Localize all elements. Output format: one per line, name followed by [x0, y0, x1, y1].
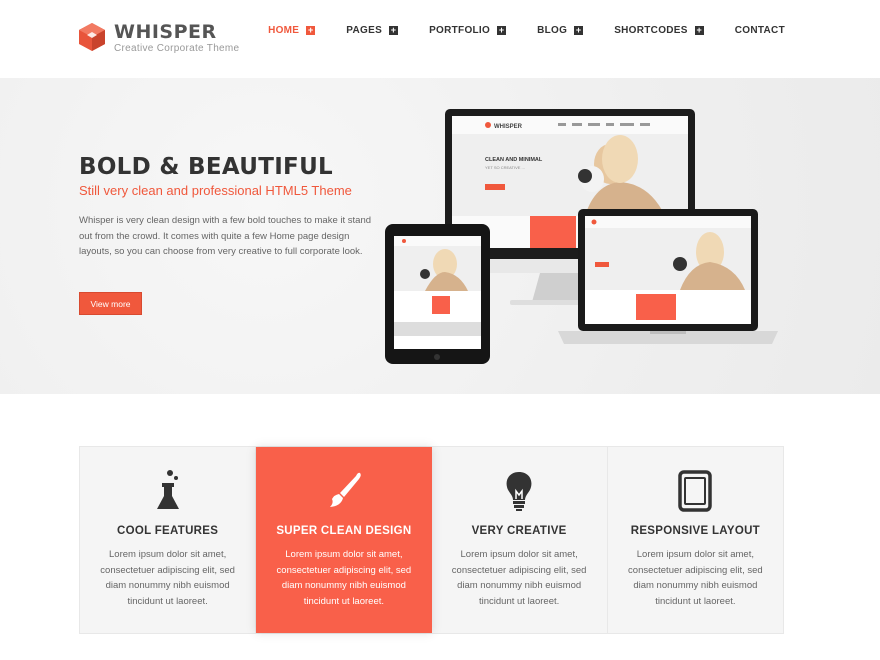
mock-heading: CLEAN AND MINIMAL [485, 157, 543, 163]
plus-icon[interactable]: + [694, 26, 704, 35]
laptop-device [558, 209, 778, 344]
feature-card-responsive-layout[interactable]: RESPONSIVE LAYOUT Lorem ipsum dolor sit … [608, 447, 783, 633]
feature-text: Lorem ipsum dolor sit amet, consectetuer… [100, 549, 235, 607]
plus-icon[interactable]: + [574, 26, 584, 35]
hero-subtitle: Still very clean and professional HTML5 … [79, 183, 352, 198]
logo-mark-icon [79, 23, 105, 51]
logo-tagline: Creative Corporate Theme [114, 43, 240, 54]
main-nav: HOME + PAGES + PORTFOLIO + BLOG + SHORTC… [237, 25, 785, 36]
feature-title: VERY CREATIVE [471, 525, 567, 537]
mock-brand: WHISPER [494, 124, 523, 130]
nav-item-blog[interactable]: BLOG + [537, 25, 584, 36]
hero-section: BOLD & BEAUTIFUL Still very clean and pr… [0, 78, 880, 394]
nav-label: SHORTCODES [614, 25, 688, 36]
features-row: COOL FEATURES Lorem ipsum dolor sit amet… [79, 446, 784, 634]
nav-item-shortcodes[interactable]: SHORTCODES + [614, 25, 704, 36]
plus-icon[interactable]: + [497, 26, 507, 35]
feature-text: Lorem ipsum dolor sit amet, consectetuer… [628, 549, 763, 607]
nav-item-home[interactable]: HOME + [268, 25, 316, 36]
nav-label: PORTFOLIO [429, 25, 491, 36]
nav-label: BLOG [537, 25, 568, 36]
feature-text: Lorem ipsum dolor sit amet, consectetuer… [451, 549, 587, 607]
hero-description: Whisper is very clean design with a few … [79, 215, 372, 257]
feature-title: RESPONSIVE LAYOUT [630, 525, 761, 537]
hero-title: BOLD & BEAUTIFUL [79, 154, 334, 180]
feature-text: Lorem ipsum dolor sit amet, consectetuer… [276, 549, 412, 607]
lightbulb-icon [506, 472, 532, 511]
feature-title: COOL FEATURES [117, 525, 219, 537]
site-header: WHISPER Creative Corporate Theme HOME + … [0, 0, 880, 78]
brush-icon [329, 472, 361, 507]
plus-icon[interactable]: + [389, 26, 399, 35]
tablet-device [385, 224, 490, 364]
nav-label: PAGES [346, 25, 383, 36]
device-mockup-image: WHISPER CLEAN AND MINIMAL YET SO CREATIV… [385, 109, 778, 364]
mock-subheading: YET SO CREATIVE ... [485, 165, 525, 170]
logo[interactable]: WHISPER Creative Corporate Theme [79, 22, 239, 54]
nav-item-portfolio[interactable]: PORTFOLIO + [429, 25, 507, 36]
nav-item-pages[interactable]: PAGES + [346, 25, 399, 36]
feature-title: SUPER CLEAN DESIGN [276, 525, 412, 537]
logo-title: WHISPER [114, 21, 217, 43]
nav-item-contact[interactable]: CONTACT [735, 25, 785, 36]
nav-label: HOME [268, 25, 300, 36]
view-more-button[interactable]: View more [79, 292, 142, 315]
nav-label: CONTACT [734, 25, 785, 36]
tablet-icon [678, 470, 713, 512]
feature-card-super-clean-design[interactable]: SUPER CLEAN DESIGN Lorem ipsum dolor sit… [256, 447, 432, 633]
feature-card-very-creative[interactable]: VERY CREATIVE Lorem ipsum dolor sit amet… [432, 447, 608, 633]
flask-icon [156, 470, 179, 509]
feature-card-cool-features[interactable]: COOL FEATURES Lorem ipsum dolor sit amet… [80, 447, 257, 633]
plus-icon[interactable]: + [306, 26, 316, 35]
